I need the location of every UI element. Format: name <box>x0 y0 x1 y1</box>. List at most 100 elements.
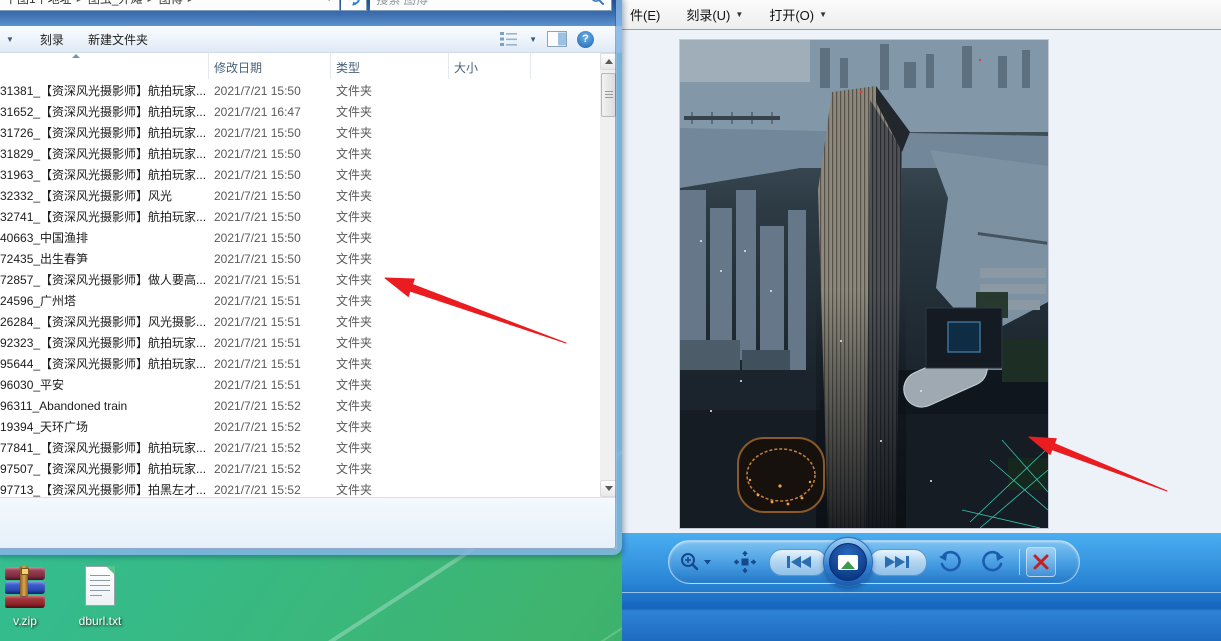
breadcrumb-item-current[interactable]: 图博 <box>156 0 186 7</box>
photo-viewer-control-bar <box>668 537 1080 587</box>
file-date-modified: 2021/7/21 15:50 <box>214 209 301 224</box>
file-row[interactable]: 32332_【资深风光摄影师】风光 2021/7/21 15:50 文件夹 <box>0 185 600 206</box>
views-chevron-icon[interactable]: ▼ <box>529 35 537 44</box>
column-header-date[interactable]: 修改日期 <box>214 59 262 76</box>
next-button[interactable] <box>869 548 927 576</box>
file-name: 26284_【资深风光摄影师】风光摄影... <box>0 315 205 329</box>
scrollbar[interactable] <box>600 53 617 497</box>
file-name: 96030_平安 <box>0 378 65 392</box>
file-type: 文件夹 <box>336 210 373 224</box>
file-row[interactable]: 31726_【资深风光摄影师】航拍玩家... 2021/7/21 15:50 文… <box>0 122 600 143</box>
file-name: 72435_出生春笋 <box>0 252 89 266</box>
scroll-down-button[interactable] <box>600 480 617 497</box>
previous-button[interactable] <box>769 548 827 576</box>
file-row[interactable]: 72435_出生春笋 2021/7/21 15:50 文件夹 <box>0 248 600 269</box>
file-row[interactable]: 31829_【资深风光摄影师】航拍玩家... 2021/7/21 15:50 文… <box>0 143 600 164</box>
file-row[interactable]: 40663_中国渔排 2021/7/21 15:50 文件夹 <box>0 227 600 248</box>
views-icon[interactable] <box>499 31 519 47</box>
file-row[interactable]: 26284_【资深风光摄影师】风光摄影... 2021/7/21 15:51 文… <box>0 311 600 332</box>
file-row[interactable]: 95644_【资深风光摄影师】航拍玩家... 2021/7/21 15:51 文… <box>0 353 600 374</box>
file-name: 96311_Abandoned train <box>0 398 128 413</box>
file-date-modified: 2021/7/21 15:51 <box>214 356 301 371</box>
file-type: 文件夹 <box>336 126 373 140</box>
scrollbar-thumb[interactable] <box>601 73 616 117</box>
new-folder-button[interactable]: 新建文件夹 <box>76 31 160 48</box>
file-row[interactable]: 72857_【资深风光摄影师】做人要高... 2021/7/21 15:51 文… <box>0 269 600 290</box>
chevron-down-icon: ▼ <box>735 10 744 19</box>
breadcrumb-item-parent[interactable]: 图虫_外滩 <box>85 0 146 7</box>
file-date-modified: 2021/7/21 15:50 <box>214 83 301 98</box>
file-date-modified: 2021/7/21 15:51 <box>214 272 301 287</box>
file-type: 文件夹 <box>336 336 373 350</box>
file-type: 文件夹 <box>336 483 373 497</box>
help-icon[interactable]: ? <box>577 30 594 48</box>
zoom-button[interactable] <box>669 551 721 573</box>
menu-email[interactable]: 件(E) <box>630 5 660 24</box>
rotate-clockwise-button[interactable] <box>973 550 1013 574</box>
file-row[interactable]: 97713_【资深风光摄影师】拍黑左才... 2021/7/21 15:52 文… <box>0 479 600 498</box>
file-name: 31726_【资深风光摄影师】航拍玩家... <box>0 126 205 140</box>
photo-city-aerial <box>680 40 1048 528</box>
file-row[interactable]: 19394_天环广场 2021/7/21 15:52 文件夹 <box>0 416 600 437</box>
column-headers: 修改日期 类型 大小 <box>0 53 617 79</box>
file-name: 31652_【资深风光摄影师】航拍玩家... <box>0 105 205 119</box>
file-row[interactable]: 92323_【资深风光摄影师】航拍玩家... 2021/7/21 15:51 文… <box>0 332 600 353</box>
file-date-modified: 2021/7/21 15:52 <box>214 419 301 434</box>
file-name: 31963_【资深风光摄影师】航拍玩家... <box>0 168 205 182</box>
file-type: 文件夹 <box>336 462 373 476</box>
burn-button[interactable]: 刻录 <box>28 31 76 48</box>
photo-viewer-window: 件(E) 刻录(U) ▼ 打开(O) ▼ <box>622 0 1221 641</box>
file-name: 32741_【资深风光摄影师】航拍玩家... <box>0 210 205 224</box>
breadcrumb[interactable]: 下图1个地址 ▶ 图虫_外滩 ▶ 图博 ▶ ▼ <box>0 0 340 11</box>
column-header-size[interactable]: 大小 <box>454 59 478 76</box>
file-row[interactable]: 97507_【资深风光摄影师】航拍玩家... 2021/7/21 15:52 文… <box>0 458 600 479</box>
breadcrumb-arrow-icon[interactable]: ▶ <box>146 0 156 3</box>
address-history-chevron-icon[interactable]: ▼ <box>319 0 339 3</box>
file-type: 文件夹 <box>336 252 373 266</box>
file-type: 文件夹 <box>336 441 373 455</box>
file-type: 文件夹 <box>336 189 373 203</box>
breadcrumb-arrow-icon[interactable]: ▶ <box>75 0 85 3</box>
file-type: 文件夹 <box>336 273 373 287</box>
fit-to-window-button[interactable] <box>721 551 769 573</box>
file-row[interactable]: 31381_【资深风光摄影师】航拍玩家... 2021/7/21 15:50 文… <box>0 80 600 101</box>
search-box <box>370 0 612 11</box>
file-date-modified: 2021/7/21 15:50 <box>214 230 301 245</box>
file-row[interactable]: 96311_Abandoned train 2021/7/21 15:52 文件… <box>0 395 600 416</box>
search-icon[interactable] <box>590 0 605 6</box>
preview-pane-icon[interactable] <box>547 31 567 47</box>
details-pane <box>0 497 617 549</box>
file-type: 文件夹 <box>336 147 373 161</box>
file-date-modified: 2021/7/21 15:51 <box>214 314 301 329</box>
file-row[interactable]: 77841_【资深风光摄影师】航拍玩家... 2021/7/21 15:52 文… <box>0 437 600 458</box>
desktop-icon-vzip[interactable]: v.zip <box>0 566 62 628</box>
refresh-button[interactable] <box>341 0 367 11</box>
scroll-up-button[interactable] <box>600 53 617 70</box>
file-row[interactable]: 31652_【资深风光摄影师】航拍玩家... 2021/7/21 16:47 文… <box>0 101 600 122</box>
delete-button[interactable] <box>1026 547 1056 577</box>
file-row[interactable]: 31963_【资深风光摄影师】航拍玩家... 2021/7/21 15:50 文… <box>0 164 600 185</box>
divider <box>1019 549 1020 575</box>
menu-open[interactable]: 打开(O) ▼ <box>769 5 827 24</box>
file-type: 文件夹 <box>336 315 373 329</box>
file-row[interactable]: 32741_【资深风光摄影师】航拍玩家... 2021/7/21 15:50 文… <box>0 206 600 227</box>
breadcrumb-item-root[interactable]: 下图1个地址 <box>2 0 75 7</box>
organize-chevron-icon[interactable]: ▼ <box>0 35 14 44</box>
search-input[interactable] <box>370 0 590 9</box>
winrar-archive-icon <box>3 566 47 610</box>
file-row[interactable]: 96030_平安 2021/7/21 15:51 文件夹 <box>0 374 600 395</box>
breadcrumb-arrow-icon[interactable]: ▶ <box>186 0 196 3</box>
rotate-counterclockwise-button[interactable] <box>927 550 973 574</box>
column-header-type[interactable]: 类型 <box>336 59 360 76</box>
play-slideshow-button[interactable] <box>823 537 873 587</box>
file-date-modified: 2021/7/21 15:50 <box>214 251 301 266</box>
file-date-modified: 2021/7/21 15:51 <box>214 293 301 308</box>
file-type: 文件夹 <box>336 168 373 182</box>
file-type: 文件夹 <box>336 231 373 245</box>
file-row[interactable]: 24596_广州塔 2021/7/21 15:51 文件夹 <box>0 290 600 311</box>
command-bar: ▼ 刻录 新建文件夹 ▼ ? <box>0 26 622 53</box>
desktop-icon-dburl[interactable]: dburl.txt <box>63 566 137 628</box>
menu-burn[interactable]: 刻录(U) ▼ <box>686 5 743 24</box>
explorer-window: 下图1个地址 ▶ 图虫_外滩 ▶ 图博 ▶ ▼ ▼ 刻录 新建文件夹 ▼ ? <box>0 0 622 555</box>
file-name: 97507_【资深风光摄影师】航拍玩家... <box>0 462 205 476</box>
